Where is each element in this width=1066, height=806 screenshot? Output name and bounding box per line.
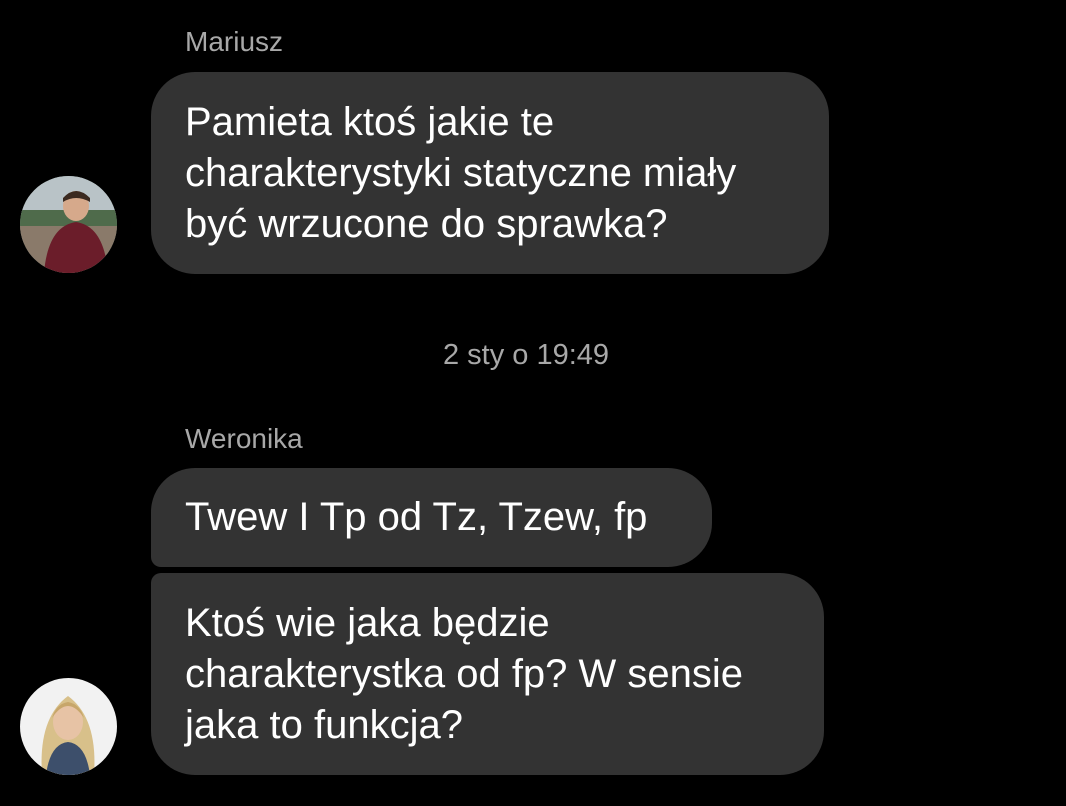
avatar-photo-icon (20, 176, 117, 273)
message-bubble[interactable]: Ktoś wie jaka będzie charakterystka od f… (151, 573, 824, 775)
message-text: Ktoś wie jaka będzie charakterystka od f… (185, 600, 744, 747)
sender-name-mariusz: Mariusz (185, 26, 284, 57)
message-text: Twew I Tp od Tz, Tzew, fp (185, 495, 648, 539)
sender-name-weronika: Weronika (185, 423, 303, 454)
avatar-photo-icon (20, 678, 117, 775)
avatar-mariusz[interactable] (20, 176, 117, 273)
timestamp-divider: 2 sty o 19:49 (442, 339, 610, 371)
message-bubble[interactable]: Pamieta ktoś jakie te charakterystyki st… (151, 72, 829, 274)
avatar-weronika[interactable] (20, 678, 117, 775)
message-text: Pamieta ktoś jakie te charakterystyki st… (185, 99, 737, 246)
message-bubble[interactable]: Twew I Tp od Tz, Tzew, fp (151, 468, 712, 567)
